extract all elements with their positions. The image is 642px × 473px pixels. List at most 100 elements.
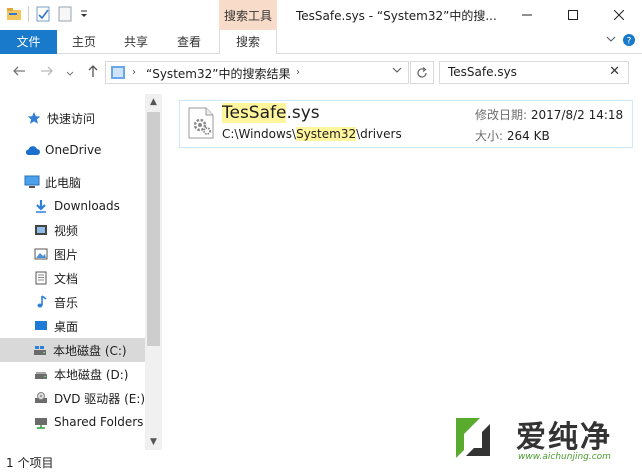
refresh-button[interactable] <box>410 61 434 84</box>
nav-item-label: DVD 驱动器 (E:) <box>54 391 146 406</box>
nav-item-label: 本地磁盘 (C:) <box>53 343 127 358</box>
search-tools-label: 搜索工具 <box>223 9 272 23</box>
drive-icon <box>32 342 48 358</box>
results-pane: TesSafe.sys C:\Windows\System32\drivers … <box>162 94 642 450</box>
nav-item-shared-folders[interactable]: Shared Folders <box>33 410 162 434</box>
nav-item-pictures[interactable]: 图片 <box>33 242 162 266</box>
up-arrow-icon[interactable] <box>86 64 100 82</box>
nav-item-downloads[interactable]: Downloads <box>33 194 162 218</box>
nav-item-local-disk-c[interactable]: 本地磁盘 (C:) <box>0 338 145 362</box>
tab-view[interactable]: 查看 <box>167 30 211 54</box>
nav-item-quick-access[interactable]: 快速访问 <box>26 106 162 130</box>
search-box[interactable]: TesSafe.sys ✕ <box>439 61 629 84</box>
close-button[interactable] <box>596 0 642 30</box>
nav-item-onedrive[interactable]: OneDrive <box>24 138 162 162</box>
address-dropdown-icon[interactable] <box>392 65 402 78</box>
star-icon <box>26 110 42 126</box>
back-arrow-icon[interactable] <box>12 64 26 82</box>
nav-item-label: Downloads <box>54 199 120 213</box>
drive-icon <box>33 366 49 382</box>
music-note-icon <box>33 294 49 310</box>
nav-item-label: Shared Folders <box>54 415 144 429</box>
customize-qat-icon[interactable] <box>79 6 89 22</box>
desktop-icon <box>33 318 49 334</box>
size-label: 大小: <box>475 129 504 143</box>
modified-value: 2017/8/2 14:18 <box>530 108 624 122</box>
maximize-button[interactable] <box>550 0 596 30</box>
tab-home[interactable]: 主页 <box>62 30 106 54</box>
file-path-highlight: System32 <box>296 127 357 141</box>
scrollbar-thumb[interactable] <box>147 112 160 346</box>
watermark: 爱纯净 www.aichunjing.com <box>450 410 638 468</box>
search-result-item[interactable]: TesSafe.sys C:\Windows\System32\drivers … <box>179 100 633 148</box>
nav-item-label: 图片 <box>54 247 79 262</box>
file-path-prefix: C:\Windows\ <box>222 127 297 141</box>
minimize-button[interactable] <box>504 0 550 30</box>
nav-item-label: 音乐 <box>54 295 79 310</box>
breadcrumb-chevron-icon[interactable]: › <box>296 67 300 78</box>
tab-search[interactable]: 搜索 <box>219 30 277 54</box>
nav-item-label: 本地磁盘 (D:) <box>54 367 129 382</box>
expand-ribbon-icon[interactable] <box>606 34 616 47</box>
navigation-pane: 快速访问 OneDrive 此电脑 Downloads 视频 图片 文档 音乐 … <box>0 94 162 450</box>
picture-icon <box>33 246 49 262</box>
item-count: 1 个项目 <box>6 456 54 470</box>
navigation-bar: › “System32”中的搜索结果 › TesSafe.sys ✕ <box>0 55 642 91</box>
modified-date: 修改日期: 2017/8/2 14:18 <box>475 106 623 123</box>
watermark-logo-icon <box>450 414 496 460</box>
video-icon <box>33 222 49 238</box>
scroll-up-icon[interactable]: ▲ <box>145 94 162 110</box>
nav-item-label: 快速访问 <box>47 111 96 126</box>
nav-item-videos[interactable]: 视频 <box>33 218 162 242</box>
svg-text:?: ? <box>627 37 632 47</box>
help-icon[interactable]: ? <box>622 33 636 50</box>
file-size: 大小: 264 KB <box>475 127 550 144</box>
file-name[interactable]: TesSafe.sys <box>222 103 320 123</box>
download-arrow-icon <box>33 198 49 214</box>
breadcrumb-chevron-icon[interactable]: › <box>132 67 136 78</box>
search-results-icon <box>110 65 126 80</box>
nav-item-label: 视频 <box>54 223 79 238</box>
cloud-icon <box>24 142 40 158</box>
nav-item-local-disk-d[interactable]: 本地磁盘 (D:) <box>33 362 162 386</box>
tab-share[interactable]: 共享 <box>114 30 158 54</box>
system-file-icon <box>188 107 214 139</box>
size-value: 264 KB <box>506 129 550 143</box>
file-name-highlight: TesSafe <box>222 103 287 123</box>
scroll-down-icon[interactable]: ▼ <box>145 434 162 450</box>
quick-access-toolbar <box>6 6 89 22</box>
breadcrumb-path[interactable]: “System32”中的搜索结果 <box>146 65 290 82</box>
folder-icon[interactable] <box>6 6 22 22</box>
file-path: C:\Windows\System32\drivers <box>222 127 402 141</box>
window-title: TesSafe.sys - “System32”中的搜... <box>296 9 497 23</box>
nav-scrollbar[interactable]: ▲ ▼ <box>145 94 162 450</box>
nav-item-label: 此电脑 <box>45 175 82 190</box>
clear-search-icon[interactable]: ✕ <box>609 64 620 79</box>
nav-item-music[interactable]: 音乐 <box>33 290 162 314</box>
watermark-url: www.aichunjing.com <box>518 452 611 462</box>
watermark-brand: 爱纯净 <box>516 420 612 455</box>
nav-item-label: OneDrive <box>45 143 102 157</box>
nav-item-desktop[interactable]: 桌面 <box>33 314 162 338</box>
network-folder-icon <box>33 414 49 430</box>
nav-item-documents[interactable]: 文档 <box>33 266 162 290</box>
address-bar[interactable]: › “System32”中的搜索结果 › <box>105 61 409 84</box>
modified-label: 修改日期: <box>475 108 528 122</box>
file-path-suffix: \drivers <box>356 127 402 141</box>
recent-locations-icon[interactable] <box>66 66 74 82</box>
forward-arrow-icon[interactable] <box>40 64 54 82</box>
computer-icon <box>24 174 40 190</box>
ribbon-tabs: 文件 主页 共享 查看 搜索 ? <box>0 30 642 54</box>
properties-icon[interactable] <box>35 6 51 22</box>
tab-file[interactable]: 文件 <box>0 30 57 54</box>
nav-item-dvd-drive[interactable]: DVD 驱动器 (E:) <box>33 386 162 410</box>
nav-item-label: 桌面 <box>54 319 79 334</box>
nav-item-label: 文档 <box>54 271 79 286</box>
new-folder-icon[interactable] <box>57 6 73 22</box>
nav-item-this-pc[interactable]: 此电脑 <box>24 170 162 194</box>
qat-separator <box>28 6 29 22</box>
title-bar: 搜索工具 TesSafe.sys - “System32”中的搜... <box>0 0 642 30</box>
search-input[interactable]: TesSafe.sys <box>448 65 517 79</box>
file-name-extension: .sys <box>286 103 320 123</box>
dvd-drive-icon <box>33 390 49 406</box>
